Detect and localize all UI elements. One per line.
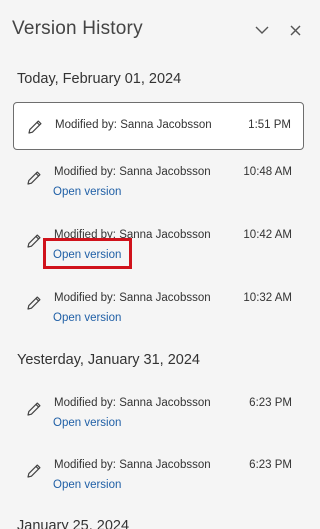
- version-time: 6:23 PM: [249, 397, 292, 409]
- modified-by-text: Modified by: Sanna Jacobsson: [54, 397, 211, 409]
- modified-by-text: Modified by: Sanna Jacobsson: [54, 459, 211, 471]
- modified-by-text: Modified by: Sanna Jacobsson: [54, 166, 211, 178]
- date-group-heading: January 25, 2024: [17, 518, 130, 529]
- close-icon: [290, 25, 300, 35]
- version-time: 6:23 PM: [249, 459, 292, 471]
- pencil-icon: [27, 171, 41, 185]
- pencil-icon: [27, 402, 41, 416]
- pane-title: Version History: [12, 18, 143, 39]
- open-version-link[interactable]: Open version: [53, 186, 121, 198]
- open-version-link[interactable]: Open version: [53, 312, 121, 324]
- version-item[interactable]: Modified by: Sanna Jacobsson 10:42 AM Op…: [13, 222, 304, 266]
- chevron-down-icon: [255, 26, 269, 34]
- version-item[interactable]: Modified by: Sanna Jacobsson 10:32 AM Op…: [13, 285, 304, 329]
- modified-by-text: Modified by: Sanna Jacobsson: [54, 229, 211, 241]
- version-time: 10:32 AM: [243, 292, 292, 304]
- version-item[interactable]: Modified by: Sanna Jacobsson 6:23 PM Ope…: [13, 453, 304, 497]
- modified-by-text: Modified by: Sanna Jacobsson: [54, 292, 211, 304]
- date-group-heading: Today, February 01, 2024: [17, 71, 182, 87]
- pencil-icon: [27, 296, 41, 310]
- pane-header: Version History: [12, 18, 309, 46]
- version-item[interactable]: Modified by: Sanna Jacobsson 10:48 AM Op…: [13, 160, 304, 204]
- open-version-link[interactable]: Open version: [53, 417, 121, 429]
- version-time: 10:42 AM: [243, 229, 292, 241]
- close-pane-button[interactable]: [285, 20, 305, 40]
- version-time: 10:48 AM: [243, 166, 292, 178]
- version-history-pane: Version History Today, February 01, 2024…: [0, 0, 309, 529]
- pencil-icon: [27, 464, 41, 478]
- version-item[interactable]: Modified by: Sanna Jacobsson 6:23 PM Ope…: [13, 391, 304, 435]
- collapse-button[interactable]: [252, 20, 272, 40]
- version-time: 1:51 PM: [248, 119, 291, 131]
- version-item[interactable]: Modified by: Sanna Jacobsson 1:51 PM: [13, 102, 304, 150]
- date-group-heading: Yesterday, January 31, 2024: [17, 352, 200, 368]
- modified-by-text: Modified by: Sanna Jacobsson: [55, 119, 212, 131]
- open-version-link[interactable]: Open version: [53, 249, 121, 261]
- pencil-icon: [28, 120, 42, 134]
- pencil-icon: [27, 234, 41, 248]
- open-version-link[interactable]: Open version: [53, 479, 121, 491]
